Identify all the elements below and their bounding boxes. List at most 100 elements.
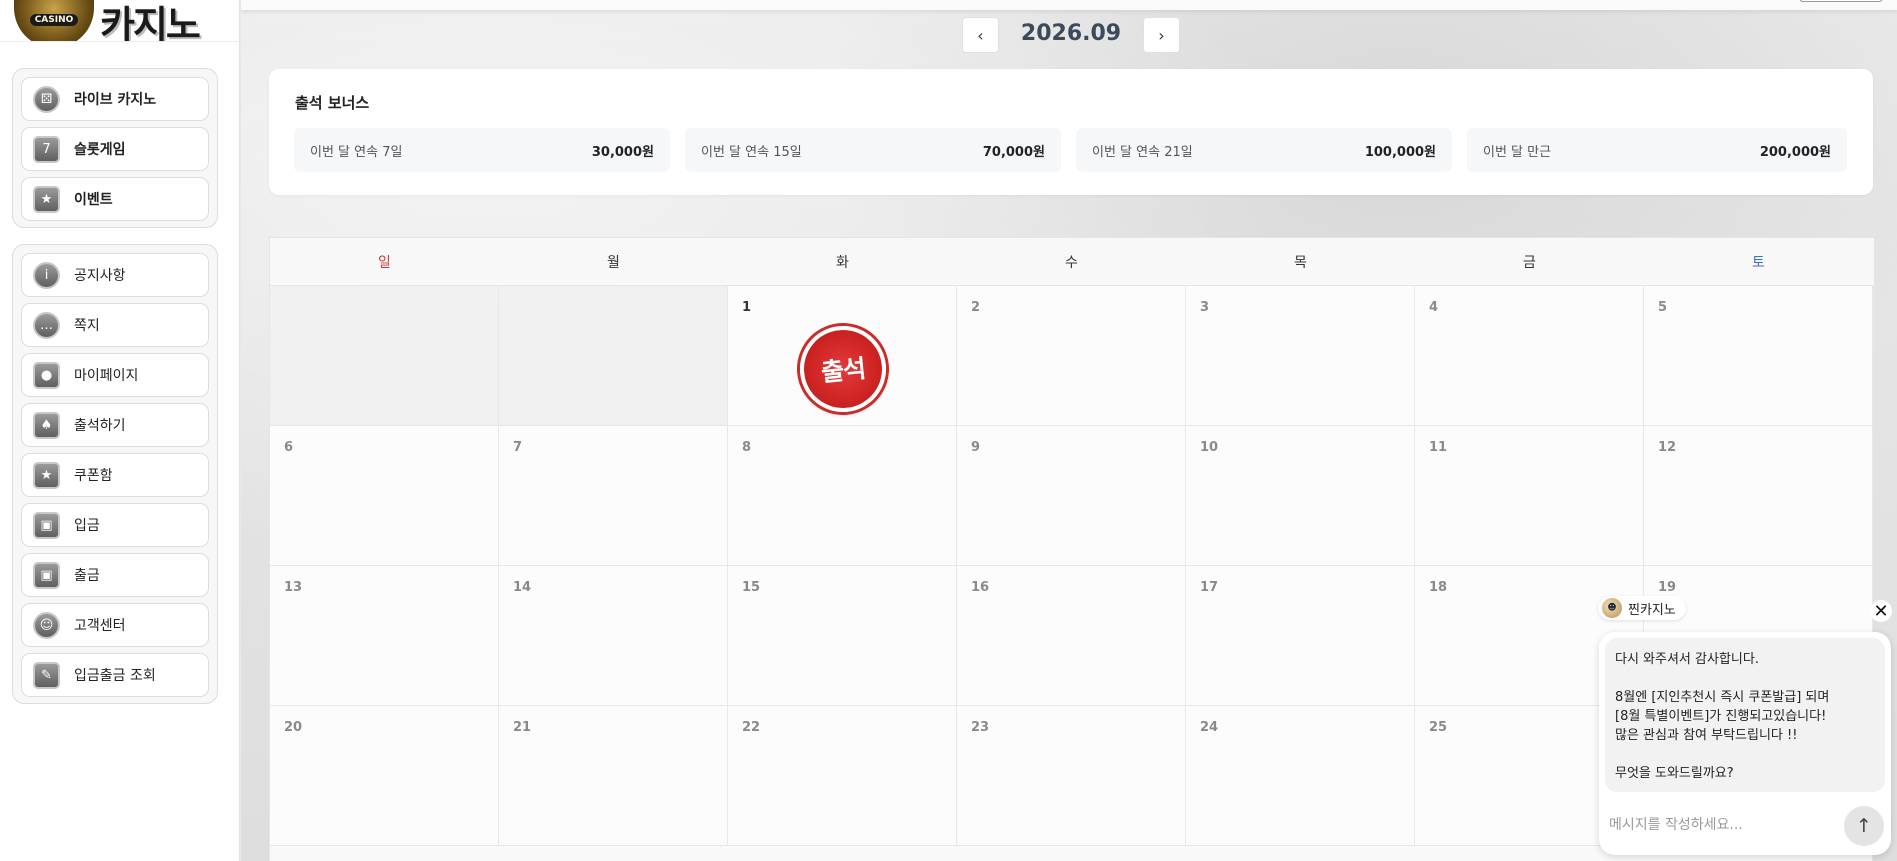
calendar-day-cell[interactable]: 8 — [728, 426, 957, 566]
calendar-day-cell[interactable]: 23 — [957, 706, 1186, 846]
calendar-day-cell[interactable]: 10 — [1186, 426, 1415, 566]
sidebar-item-mypage[interactable]: ● 마이페이지 — [21, 353, 209, 397]
calendar-day-cell[interactable]: 20 — [270, 706, 499, 846]
bonus-amount: 100,000원 — [1364, 144, 1436, 160]
sidebar-item-deposit[interactable]: ▣ 입금 — [21, 503, 209, 547]
day-number: 9 — [971, 440, 981, 455]
attendance-stamp-text: 출석 — [819, 353, 867, 388]
day-number: 3 — [1200, 300, 1210, 315]
user-icon: ● — [33, 361, 60, 389]
info-icon: i — [33, 261, 60, 289]
calendar-day-cell[interactable]: 17 — [1186, 566, 1415, 706]
day-number: 10 — [1200, 440, 1219, 455]
dice-icon: ⚄ — [33, 85, 60, 113]
sidebar-item-withdraw[interactable]: ▣ 출금 — [21, 553, 209, 597]
calendar-day-cell[interactable]: 3 — [1186, 286, 1415, 426]
receipt-icon: ✎ — [33, 661, 60, 689]
calendar-day-cell[interactable]: 13 — [270, 566, 499, 706]
sidebar-item-label: 공지사항 — [74, 268, 126, 284]
weekday-label: 화 — [836, 255, 849, 271]
sidebar-item-slot-game[interactable]: 7 슬롯게임 — [21, 127, 209, 171]
prev-month-button[interactable]: ‹ — [962, 17, 999, 53]
chat-agent-tag: ☻ 찐카지노 — [1598, 596, 1686, 620]
day-number: 13 — [284, 580, 303, 595]
sidebar-item-label: 입금출금 조회 — [74, 668, 156, 684]
day-number: 22 — [742, 720, 761, 735]
wallet-icon: ▣ — [33, 511, 60, 539]
sidebar-item-notice[interactable]: i 공지사항 — [21, 253, 209, 297]
sidebar-item-support[interactable]: ☺ 고객센터 — [21, 603, 209, 647]
bonus-label: 이번 달 만근 — [1483, 144, 1552, 160]
bonus-label: 이번 달 연속 21일 — [1092, 144, 1193, 160]
day-number: 16 — [971, 580, 990, 595]
sidebar-item-transactions[interactable]: ✎ 입금출금 조회 — [21, 653, 209, 697]
day-number: 7 — [513, 440, 523, 455]
bonus-item: 이번 달 연속 7일 30,000원 — [294, 128, 670, 172]
sidebar-item-label: 입금 — [74, 518, 100, 534]
sidebar-item-coupon[interactable]: ★ 쿠폰함 — [21, 453, 209, 497]
day-number: 4 — [1429, 300, 1439, 315]
calendar-day-cell[interactable]: 22 — [728, 706, 957, 846]
calendar-day-cell[interactable]: 4 — [1415, 286, 1644, 426]
next-month-button[interactable]: › — [1143, 17, 1180, 53]
bonus-title: 출석 보너스 — [295, 94, 370, 112]
chat-close-button[interactable]: ✕ — [1870, 600, 1892, 622]
day-number: 1 — [742, 300, 752, 315]
calendar-day-cell[interactable]: 11 — [1415, 426, 1644, 566]
bonus-amount: 70,000원 — [982, 144, 1045, 160]
top-bar-button[interactable] — [1799, 0, 1883, 2]
sidebar-item-live-casino[interactable]: ⚄ 라이브 카지노 — [21, 77, 209, 121]
day-number: 23 — [971, 720, 990, 735]
calendar-day-cell[interactable]: 9 — [957, 426, 1186, 566]
bonus-item: 이번 달 연속 15일 70,000원 — [685, 128, 1061, 172]
weekday-header: 일월화수목금토 — [270, 238, 1874, 286]
weekday-label: 수 — [1065, 255, 1078, 271]
day-number: 18 — [1429, 580, 1448, 595]
calendar-day-cell[interactable]: 15 — [728, 566, 957, 706]
sidebar-item-attendance[interactable]: ♠ 출석하기 — [21, 403, 209, 447]
chat-send-button[interactable]: ↑ — [1844, 806, 1884, 846]
brand-logo[interactable]: CASINO 카지노 — [0, 0, 240, 42]
chat-agent-name: 찐카지노 — [1628, 602, 1676, 618]
calendar-day-cell[interactable]: 7 — [499, 426, 728, 566]
day-number: 24 — [1200, 720, 1219, 735]
chat-window: 다시 와주셔서 감사합니다. 8월엔 [지인추천시 즉시 쿠폰발급] 되며 [8… — [1599, 632, 1891, 855]
day-number: 14 — [513, 580, 532, 595]
sidebar-item-label: 이벤트 — [74, 192, 113, 208]
bonus-amount: 30,000원 — [591, 144, 654, 160]
calendar-day-cell[interactable]: 12 — [1644, 426, 1873, 566]
logo-badge-text: CASINO — [29, 14, 79, 26]
sidebar-item-label: 쿠폰함 — [74, 468, 113, 484]
bonus-item: 이번 달 만근 200,000원 — [1467, 128, 1847, 172]
sidebar-item-label: 라이브 카지노 — [74, 92, 157, 108]
sidebar-item-event[interactable]: ★ 이벤트 — [21, 177, 209, 221]
calendar-empty-cell — [499, 286, 728, 426]
day-number: 6 — [284, 440, 294, 455]
attendance-stamp-icon: 출석 — [795, 321, 891, 417]
calendar-day-cell[interactable]: 14 — [499, 566, 728, 706]
weekday-label: 월 — [607, 255, 620, 271]
day-number: 2 — [971, 300, 981, 315]
calendar-day-cell[interactable]: 6 — [270, 426, 499, 566]
day-number: 21 — [513, 720, 532, 735]
calendar-day-cell[interactable]: 1 출석 — [728, 286, 957, 426]
sidebar-item-message[interactable]: … 쪽지 — [21, 303, 209, 347]
calendar-icon: ♠ — [33, 411, 60, 439]
calendar-day-cell[interactable]: 2 — [957, 286, 1186, 426]
headset-icon: ☺ — [33, 611, 60, 639]
message-icon: … — [33, 311, 60, 339]
calendar-day-cell[interactable]: 16 — [957, 566, 1186, 706]
calendar-day-cell[interactable]: 24 — [1186, 706, 1415, 846]
top-bar — [241, 0, 1897, 10]
day-number: 20 — [284, 720, 303, 735]
sidebar-item-label: 출석하기 — [74, 418, 126, 434]
weekday-label: 목 — [1294, 255, 1307, 271]
attendance-bonus-card: 출석 보너스 이번 달 연속 7일 30,000원 이번 달 연속 15일 70… — [269, 69, 1873, 195]
calendar-day-cell[interactable]: 21 — [499, 706, 728, 846]
wallet-icon: ▣ — [33, 561, 60, 589]
day-number: 19 — [1658, 580, 1677, 595]
calendar-day-cell[interactable]: 5 — [1644, 286, 1873, 426]
chat-message-input[interactable] — [1609, 810, 1829, 840]
day-number: 5 — [1658, 300, 1668, 315]
day-number: 25 — [1429, 720, 1448, 735]
